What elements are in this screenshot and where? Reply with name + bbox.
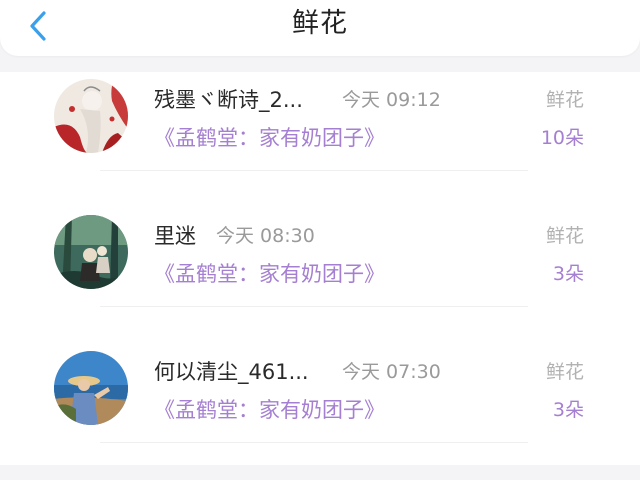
- username: 里迷: [154, 224, 196, 248]
- username: 何以清尘_461...: [154, 360, 309, 384]
- book-title-link[interactable]: 《孟鹤堂：家有奶团子》: [154, 396, 385, 424]
- timestamp: 今天 08:30: [216, 225, 315, 247]
- gift-count: 10朵: [540, 127, 584, 149]
- gift-record-list: 残墨ヾ断诗_2... 今天 09:12 《孟鹤堂：家有奶团子》 鲜花 10朵 里…: [0, 72, 640, 465]
- book-title-link[interactable]: 《孟鹤堂：家有奶团子》: [154, 260, 385, 288]
- avatar[interactable]: [54, 79, 128, 153]
- gift-count: 3朵: [552, 263, 584, 285]
- book-title-link[interactable]: 《孟鹤堂：家有奶团子》: [154, 124, 385, 152]
- divider: [100, 442, 528, 443]
- divider: [100, 306, 528, 307]
- top-bar: 鲜花: [0, 0, 640, 56]
- divider: [100, 170, 528, 171]
- gift-type-label: 鲜花: [545, 361, 584, 383]
- avatar[interactable]: [54, 351, 128, 425]
- list-item[interactable]: 何以清尘_461... 今天 07:30 《孟鹤堂：家有奶团子》 鲜花 3朵: [0, 344, 640, 480]
- list-item[interactable]: 残墨ヾ断诗_2... 今天 09:12 《孟鹤堂：家有奶团子》 鲜花 10朵: [0, 72, 640, 208]
- list-item[interactable]: 里迷 今天 08:30 《孟鹤堂：家有奶团子》 鲜花 3朵: [0, 208, 640, 344]
- timestamp: 今天 07:30: [342, 361, 441, 383]
- username: 残墨ヾ断诗_2...: [154, 88, 303, 112]
- gift-type-label: 鲜花: [545, 225, 584, 247]
- gift-count: 3朵: [552, 399, 584, 421]
- avatar[interactable]: [54, 215, 128, 289]
- gift-type-label: 鲜花: [545, 89, 584, 111]
- timestamp: 今天 09:12: [342, 89, 441, 111]
- page-title: 鲜花: [292, 8, 348, 39]
